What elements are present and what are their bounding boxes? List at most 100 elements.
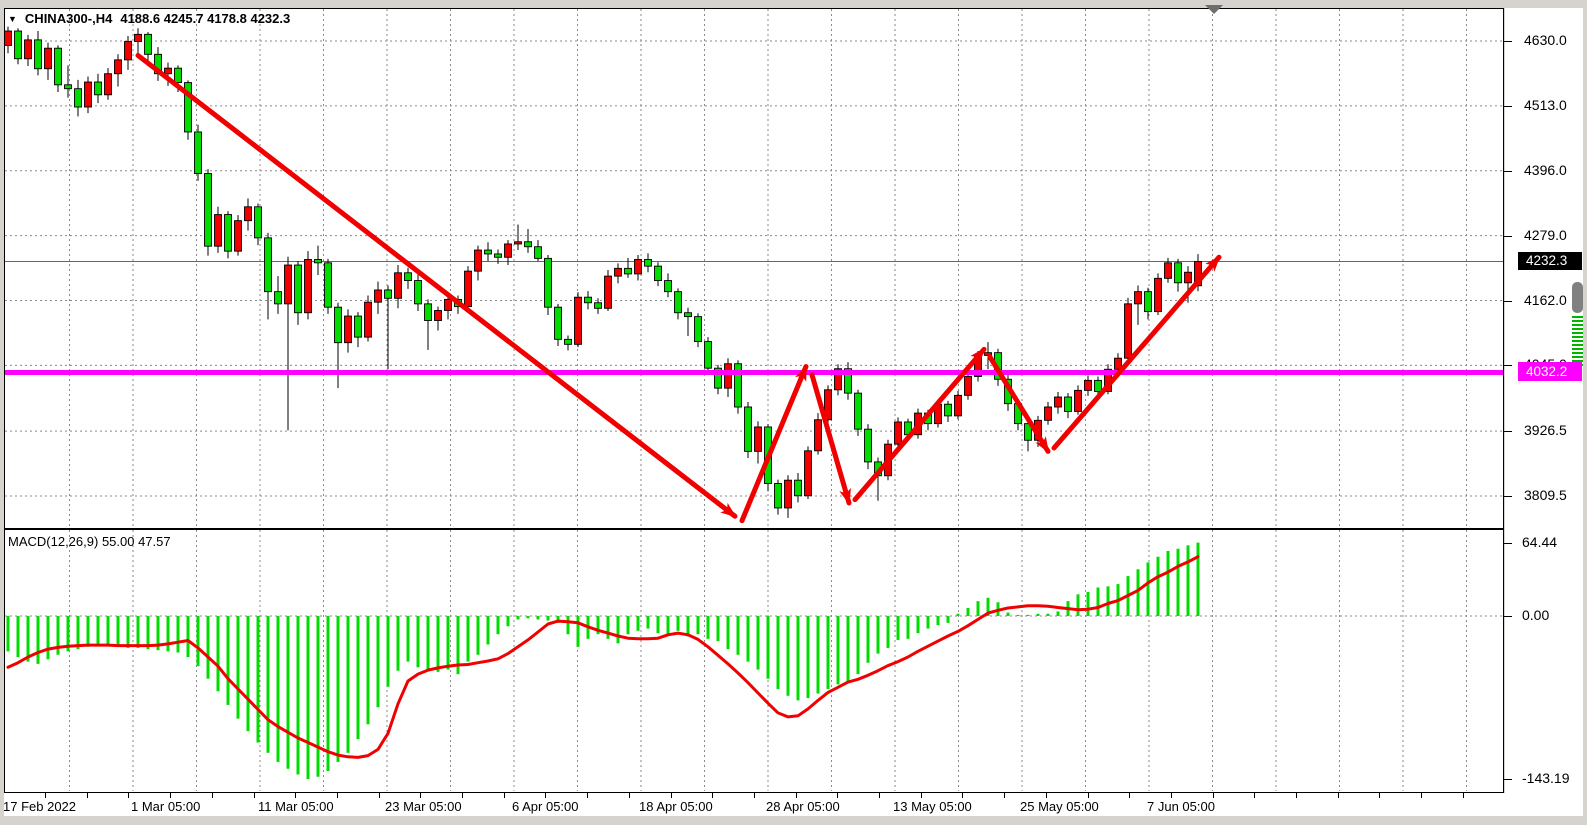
macd-bar <box>127 616 130 648</box>
candle-up <box>1185 272 1192 283</box>
macd-bar <box>677 616 680 631</box>
candle-down <box>555 307 562 339</box>
symbol-dropdown-icon[interactable]: ▼ <box>8 14 17 24</box>
candle-down <box>225 215 232 252</box>
macd-bar <box>667 616 670 634</box>
macd-grid <box>5 530 1503 791</box>
candle-up <box>305 259 312 312</box>
macd-bar <box>827 616 830 689</box>
candle-down <box>695 317 702 342</box>
macd-bar <box>357 616 360 739</box>
macd-axis-tick <box>1504 543 1512 544</box>
time-axis-tick <box>504 793 505 798</box>
price-chart-canvas[interactable] <box>5 9 1503 528</box>
macd-bar <box>187 616 190 657</box>
candle-up <box>1075 390 1082 411</box>
macd-bar <box>1137 569 1140 616</box>
time-axis-tick <box>254 793 255 798</box>
hline-price-badge: 4032.2 <box>1518 362 1582 381</box>
macd-bar <box>1027 615 1030 616</box>
macd-panel[interactable] <box>4 529 1504 793</box>
price-axis-label: 4162.0 <box>1524 292 1567 308</box>
macd-bar <box>1017 615 1020 616</box>
candle-up <box>465 271 472 306</box>
macd-indicator-values: 55.00 47.57 <box>102 534 171 549</box>
price-axis[interactable] <box>1505 8 1583 816</box>
candle-down <box>145 34 152 54</box>
time-axis-label: 18 Apr 05:00 <box>639 799 713 814</box>
candle-up <box>115 60 122 74</box>
macd-bar <box>647 616 650 629</box>
chart-shift-marker-icon[interactable] <box>1205 5 1223 14</box>
macd-bar <box>1187 545 1190 616</box>
macd-bar <box>27 616 30 662</box>
macd-bar <box>277 616 280 762</box>
time-axis-tick <box>212 793 213 798</box>
candle-up <box>365 302 372 337</box>
candle-down <box>705 342 712 369</box>
time-axis-tick <box>1129 793 1130 798</box>
macd-bar <box>757 616 760 670</box>
macd-bar <box>7 616 10 651</box>
macd-bar <box>837 616 840 684</box>
candle-down <box>775 484 782 508</box>
macd-bar <box>517 616 520 619</box>
macd-bar <box>507 616 510 626</box>
candle-up <box>1045 407 1052 420</box>
macd-bar <box>567 616 570 634</box>
trend-arrow[interactable] <box>1054 257 1219 448</box>
macd-bar <box>937 616 940 625</box>
candle-down <box>425 304 432 321</box>
candle-down <box>675 292 682 313</box>
macd-bar <box>637 616 640 631</box>
time-axis-label: 7 Jun 05:00 <box>1147 799 1215 814</box>
macd-bar <box>537 616 540 619</box>
trend-arrow[interactable] <box>138 55 735 516</box>
grid-lines <box>5 9 1503 528</box>
macd-bar <box>867 616 870 663</box>
candle-down <box>665 281 672 292</box>
macd-bar <box>477 616 480 655</box>
macd-bar <box>137 616 140 648</box>
scrollbar-thumb[interactable] <box>1572 282 1583 313</box>
candle-down <box>545 258 552 307</box>
macd-bar <box>407 616 410 662</box>
macd-indicator-name: MACD(12,26,9) <box>8 534 98 549</box>
macd-bar <box>387 616 390 687</box>
macd-bar <box>787 616 790 696</box>
macd-bar <box>397 616 400 671</box>
macd-axis-label: -143.19 <box>1522 770 1569 786</box>
candle-down <box>1065 397 1072 411</box>
time-axis-tick <box>879 793 880 798</box>
candle-up <box>435 311 442 321</box>
price-axis-tick <box>1504 171 1512 172</box>
time-axis-label: 13 May 05:00 <box>893 799 972 814</box>
time-axis-tick <box>462 793 463 798</box>
time-axis-tick <box>1088 793 1089 798</box>
candle-up <box>965 376 972 395</box>
time-axis-tick <box>545 793 546 798</box>
candle-up <box>135 34 142 41</box>
candle-up <box>285 265 292 304</box>
macd-bar <box>1007 613 1010 616</box>
macd-bar <box>227 616 230 705</box>
time-axis-label: 28 Apr 05:00 <box>766 799 840 814</box>
candle-up <box>1135 292 1142 304</box>
macd-bar <box>177 616 180 652</box>
macd-bar <box>337 616 340 762</box>
macd-canvas[interactable] <box>5 530 1503 792</box>
time-axis-tick <box>712 793 713 798</box>
price-axis-tick <box>1504 301 1512 302</box>
macd-bar <box>247 616 250 731</box>
macd-bar <box>37 616 40 664</box>
candle-down <box>405 273 412 281</box>
ohlc-values: 4188.6 4245.7 4178.8 4232.3 <box>120 11 290 26</box>
macd-bar <box>747 616 750 662</box>
macd-bar <box>1087 592 1090 616</box>
macd-bar <box>737 616 740 655</box>
candle-up <box>85 82 92 107</box>
candle-down <box>65 85 72 89</box>
candle-down <box>195 132 202 174</box>
candle-up <box>575 297 582 344</box>
price-chart-panel[interactable] <box>4 8 1504 529</box>
